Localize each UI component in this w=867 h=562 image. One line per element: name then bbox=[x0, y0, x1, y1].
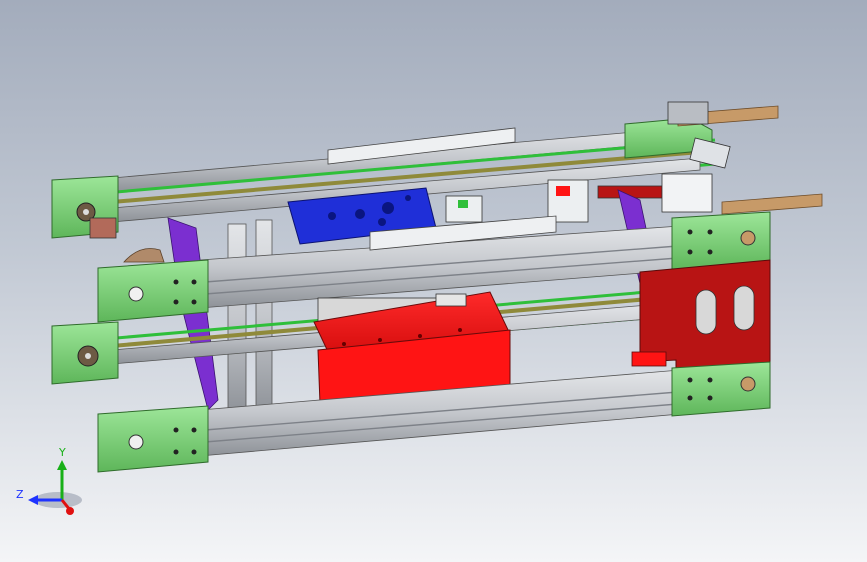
red-block-clamp bbox=[435, 293, 467, 307]
bolt-hole bbox=[687, 377, 693, 383]
bolt-hole bbox=[173, 299, 179, 305]
z-axis-label: Z bbox=[16, 488, 24, 501]
lower-front-right-end-block[interactable] bbox=[671, 361, 771, 417]
bronze-bar-bottom bbox=[721, 193, 823, 215]
bolt-hole bbox=[173, 279, 179, 285]
white-motor-box[interactable] bbox=[661, 173, 713, 213]
bearing-right bbox=[740, 230, 756, 246]
bearing-left bbox=[128, 434, 144, 450]
bolt-hole bbox=[342, 342, 346, 346]
bolt-hole bbox=[191, 299, 197, 305]
side-plate-slot bbox=[733, 285, 755, 331]
bolt-hole bbox=[687, 395, 693, 401]
x-axis-end bbox=[66, 507, 74, 515]
bolt-hole bbox=[378, 338, 382, 342]
bolt-hole bbox=[687, 229, 693, 235]
sensor-block-left[interactable] bbox=[445, 195, 483, 223]
conveyor-assembly-model[interactable]: Y Z bbox=[0, 0, 867, 562]
upper-left-pulley-hub bbox=[83, 209, 89, 215]
bolt-hole bbox=[418, 334, 422, 338]
blue-plate-hole bbox=[405, 195, 411, 201]
bolt-hole bbox=[687, 249, 693, 255]
red-tab bbox=[631, 351, 667, 367]
sensor-indicator bbox=[556, 186, 570, 196]
bolt-hole bbox=[458, 328, 462, 332]
vertical-post bbox=[255, 219, 273, 415]
upper-front-left-end-block[interactable] bbox=[97, 259, 209, 323]
bolt-hole bbox=[173, 427, 179, 433]
blue-plate-hole bbox=[355, 209, 365, 219]
gearbox-housing bbox=[667, 101, 709, 125]
bolt-hole bbox=[707, 229, 713, 235]
lower-front-left-end-block[interactable] bbox=[97, 405, 209, 473]
side-plate-slot bbox=[695, 289, 717, 335]
y-axis-label: Y bbox=[58, 446, 66, 459]
sensor-indicator bbox=[458, 200, 468, 208]
upper-left-motor-mount bbox=[89, 217, 117, 239]
bolt-hole bbox=[707, 395, 713, 401]
bolt-hole bbox=[191, 427, 197, 433]
bolt-hole bbox=[707, 249, 713, 255]
bolt-hole bbox=[707, 377, 713, 383]
coordinate-triad: Y Z bbox=[16, 446, 82, 515]
blue-plate-hole bbox=[382, 202, 394, 214]
lower-left-pulley-hub bbox=[85, 353, 91, 359]
y-axis-arrow bbox=[57, 460, 67, 470]
cad-viewport[interactable]: Y Z bbox=[0, 0, 867, 562]
bolt-hole bbox=[191, 449, 197, 455]
vertical-post bbox=[227, 223, 247, 415]
bronze-link bbox=[123, 248, 165, 263]
bearing-right bbox=[740, 376, 756, 392]
blue-plate-hole bbox=[328, 212, 336, 220]
bearing-left bbox=[128, 286, 144, 302]
blue-plate-hole bbox=[378, 218, 386, 226]
bolt-hole bbox=[173, 449, 179, 455]
bolt-hole bbox=[191, 279, 197, 285]
z-axis-arrow bbox=[28, 495, 38, 505]
